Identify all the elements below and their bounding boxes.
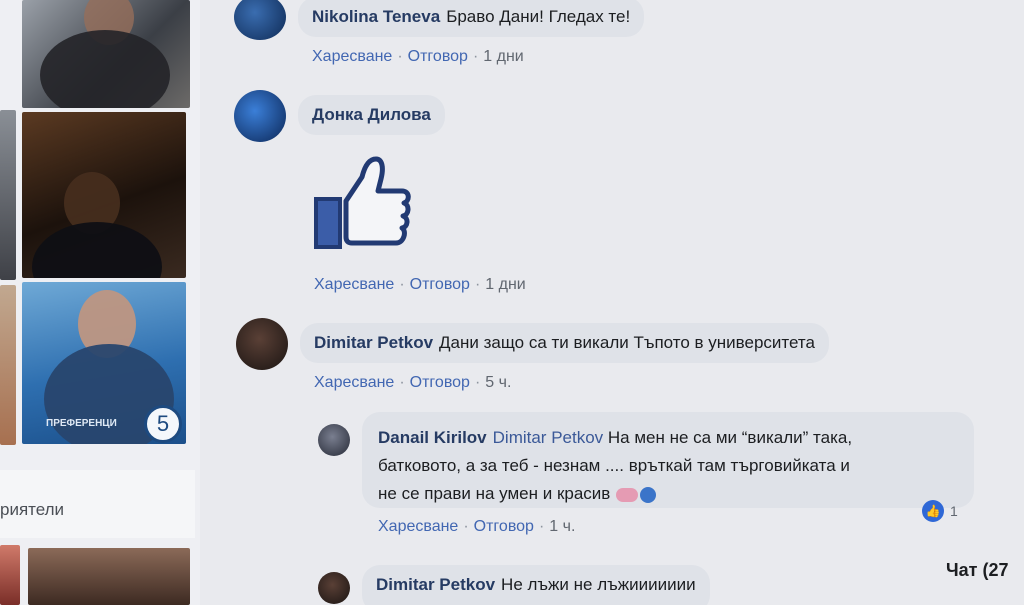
friend-photo-partial[interactable] (0, 285, 16, 445)
thumbs-up-icon[interactable] (310, 155, 412, 253)
like-reaction-icon: 👍 (922, 500, 944, 522)
like-link[interactable]: Харесване (378, 518, 458, 535)
comment-text: Дани защо са ти викали Тъпото в универси… (439, 333, 815, 352)
reaction-count-value: 1 (950, 503, 958, 519)
reply-link[interactable]: Отговор (408, 48, 468, 65)
commenter-avatar[interactable] (236, 318, 288, 370)
friend-photo-partial[interactable] (0, 110, 16, 280)
comment-actions: Харесване · Отговор · 1 дни (312, 48, 524, 65)
comment-timestamp[interactable]: 1 дни (485, 276, 525, 293)
friends-sidebar: ПРЕФЕРЕНЦИ 5 риятели (0, 0, 200, 605)
comment-bubble: Dimitar Petkov Не лъжи не лъжиииииии (362, 565, 710, 605)
preference-label: ПРЕФЕРЕНЦИ (46, 418, 117, 429)
comment-bubble: Dimitar Petkov Дани защо са ти викали Тъп… (300, 323, 829, 363)
comment-bubble: Nikolina Teneva Браво Дани! Гледах те! (298, 0, 645, 37)
chat-sidebar-label[interactable]: Чат (27 (946, 560, 1009, 581)
reply-link[interactable]: Отговор (410, 374, 470, 391)
comment-author[interactable]: Донка Дилова (312, 105, 431, 124)
reply-mention[interactable]: Dimitar Petkov (493, 428, 604, 447)
comment-author[interactable]: Nikolina Teneva (312, 7, 440, 26)
comment-actions: Харесване · Отговор · 5 ч. (314, 374, 512, 391)
comment-timestamp[interactable]: 1 дни (483, 48, 523, 65)
reply-link[interactable]: Отговор (410, 276, 470, 293)
comment-author[interactable]: Dimitar Petkov (314, 333, 433, 352)
reply-actions: Харесване · Отговор · 1 ч. (378, 518, 576, 535)
reply-text-line-2: батковото, а за теб - незнам .... врътка… (378, 456, 850, 475)
brain-emoji-icon (616, 487, 639, 502)
replier-avatar[interactable] (318, 572, 350, 604)
comment-bubble: Донка Дилова (298, 95, 445, 135)
commenter-avatar[interactable] (234, 0, 286, 40)
preference-number-badge: 5 (144, 405, 182, 443)
comment-timestamp[interactable]: 5 ч. (485, 374, 511, 391)
like-link[interactable]: Харесване (312, 48, 392, 65)
replier-avatar[interactable] (318, 424, 350, 456)
friend-photo-partial[interactable] (0, 545, 20, 605)
reply-bubble: Danail Kirilov Dimitar Petkov На мен не с… (362, 412, 974, 508)
reply-text-line-1: На мен не са ми “викали” така, (607, 428, 853, 447)
comment-author[interactable]: Dimitar Petkov (376, 575, 495, 594)
friend-photo[interactable] (22, 112, 186, 278)
reaction-count[interactable]: 👍 1 (922, 500, 958, 522)
reply-text-line-3: не се прави на умен и красив (378, 484, 611, 503)
comment-actions: Харесване · Отговор · 1 дни (314, 276, 526, 293)
reply-timestamp[interactable]: 1 ч. (549, 518, 575, 535)
speaking-head-emoji-icon (640, 486, 657, 503)
like-link[interactable]: Харесване (314, 276, 394, 293)
like-link[interactable]: Харесване (314, 374, 394, 391)
comment-text: Не лъжи не лъжиииииии (501, 575, 696, 594)
friend-photo[interactable] (28, 548, 190, 605)
reply-link[interactable]: Отговор (474, 518, 534, 535)
reply-author[interactable]: Danail Kirilov (378, 428, 487, 447)
comment-text: Браво Дани! Гледах те! (446, 7, 631, 26)
commenter-avatar[interactable] (234, 90, 286, 142)
friend-photo[interactable] (22, 0, 190, 108)
friends-section-label[interactable]: риятели (0, 500, 64, 520)
